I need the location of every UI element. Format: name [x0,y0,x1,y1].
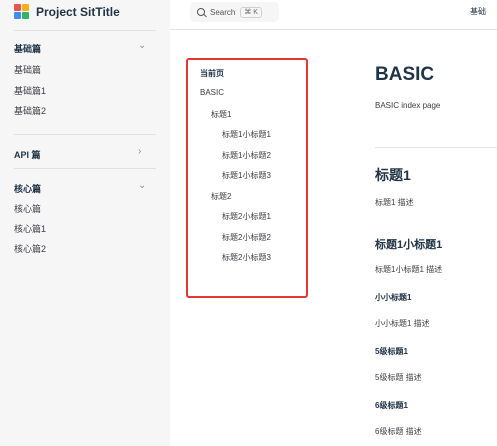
outline-item[interactable]: 标题1小标题3 [222,170,271,181]
header-divider [170,29,497,30]
chevron-down-icon[interactable]: ⌄ [138,40,146,51]
chevron-down-icon[interactable]: ⌄ [138,180,146,191]
heading-5-desc: 5级标题 描述 [375,373,422,382]
sidebar-divider [14,134,156,135]
chevron-right-icon[interactable]: › [138,146,141,157]
sidebar-item-core-2[interactable]: 核心篇2 [14,242,46,255]
search-label: Search [210,7,236,17]
search-button[interactable]: Search ⌘ K [190,2,279,22]
sidebar-group-basic[interactable]: 基础篇 [14,42,41,55]
outline-item[interactable]: 标题1小标题2 [222,150,271,161]
sidebar-group-api[interactable]: API 篇 [14,148,41,161]
heading-6-desc: 6级标题 描述 [375,427,422,436]
outline-title: 当前页 [200,69,224,78]
outline-item[interactable]: 标题2小标题2 [222,232,271,243]
heading-3-desc: 标题1小标题1 描述 [375,265,443,274]
nav-link-basic[interactable]: 基础 [470,6,486,17]
sidebar-divider [14,168,156,169]
heading-5: 5级标题1 [375,347,408,356]
heading-4: 小小标题1 [375,293,412,302]
sidebar-group-core[interactable]: 核心篇 [14,182,41,195]
top-bar: Search ⌘ K 基础 [170,0,497,30]
outline-item[interactable]: BASIC [200,88,224,97]
outline-item[interactable]: 标题1小标题1 [222,129,271,140]
page-title: BASIC [375,64,435,85]
sidebar-item-basic[interactable]: 基础篇 [14,63,41,76]
page-intro: BASIC index page [375,101,441,110]
sidebar-item-basic-2[interactable]: 基础篇2 [14,104,46,117]
outline-item[interactable]: 标题2小标题1 [222,211,271,222]
sidebar: Project SitTitle 基础篇 ⌄ 基础篇 基础篇1 基础篇2 API… [0,0,170,446]
brand[interactable]: Project SitTitle [14,4,120,19]
sidebar-divider [14,30,156,31]
search-shortcut: ⌘ K [240,6,262,18]
outline-item[interactable]: 标题2小标题3 [222,252,271,263]
heading-6: 6级标题1 [375,401,408,410]
sidebar-item-core-1[interactable]: 核心篇1 [14,222,46,235]
content-divider [375,147,497,148]
heading-2-desc: 标题1 描述 [375,198,414,207]
search-icon [197,8,205,16]
brand-title: Project SitTitle [36,4,120,19]
sidebar-item-basic-1[interactable]: 基础篇1 [14,84,46,97]
outline-item[interactable]: 标题2 [211,191,231,202]
sidebar-item-core[interactable]: 核心篇 [14,202,41,215]
heading-3: 标题1小标题1 [375,239,443,251]
heading-4-desc: 小小标题1 描述 [375,319,430,328]
outline-item[interactable]: 标题1 [211,109,231,120]
project-logo-icon [14,4,29,19]
heading-2: 标题1 [375,167,411,183]
